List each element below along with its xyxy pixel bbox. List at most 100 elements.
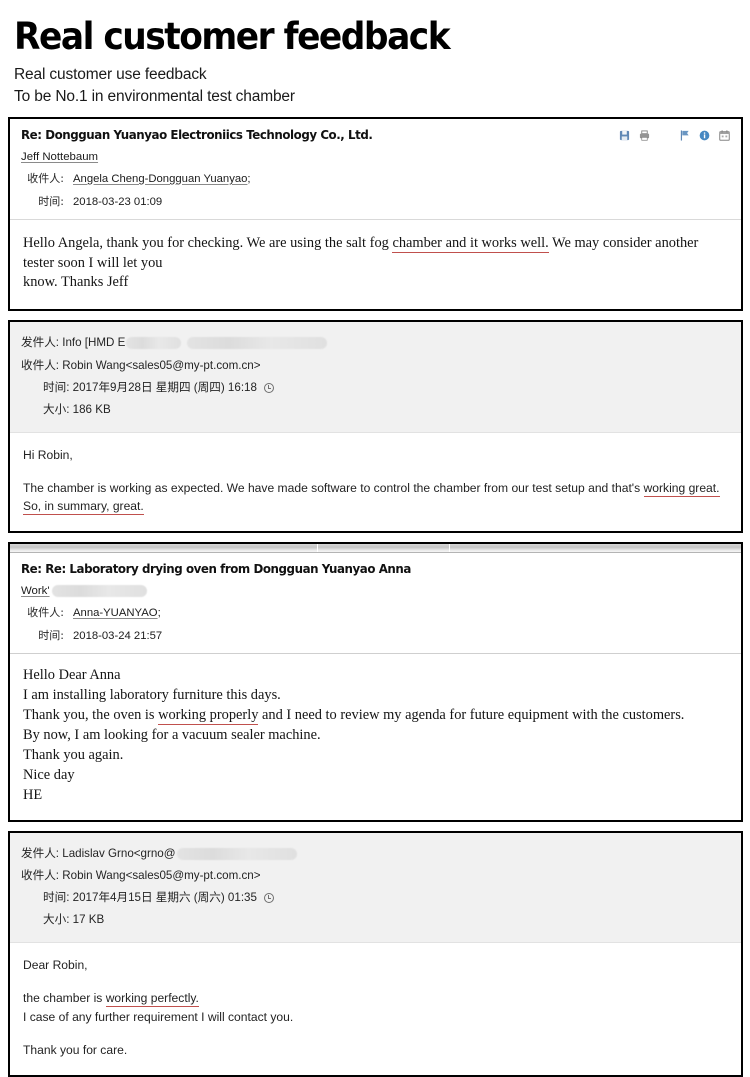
body-text: I am installing laboratory furniture thi… <box>23 687 281 704</box>
email-block: Re: Re: Laboratory drying oven from Dong… <box>8 542 743 822</box>
email-time-row: 时间: 2018-03-23 01:09 <box>21 193 730 209</box>
body-line: Thank you, the oven is working properly … <box>23 706 727 726</box>
body-text: and I need to review my agenda for futur… <box>258 707 685 724</box>
body-text: Hi Robin, <box>23 448 73 463</box>
sender-label: 发件人: <box>21 846 60 860</box>
highlighted-text: chamber and it works well. <box>392 234 549 253</box>
body-text: Hello Dear Anna <box>23 667 121 684</box>
time-value: 2017年9月28日 星期四 (周四) 16:18 <box>72 380 257 394</box>
time-label: 时间: <box>38 629 64 643</box>
recipient-label: 收件人: <box>21 358 60 372</box>
clock-icon <box>263 382 274 393</box>
body-text: I case of any further requirement I will… <box>23 1009 294 1024</box>
body-blank-line <box>23 464 728 479</box>
recipient-value[interactable]: Anna-YUANYAO <box>73 607 158 619</box>
recipient-label: 收件人: <box>21 868 60 882</box>
body-line: Thank you for care. <box>23 1041 728 1059</box>
body-line: Hello Angela, thank you for checking. We… <box>23 234 727 274</box>
body-blank-line <box>23 974 728 989</box>
page-header: Real customer feedback Real customer use… <box>0 0 750 108</box>
time-label: 时间: <box>43 890 70 904</box>
email-block: 发件人: Info [HMD E 收件人: Robin Wang<sales05… <box>8 320 743 534</box>
body-text: Thank you, the oven is <box>23 707 159 724</box>
email-blocks-container: Re: Dongguan Yuanyao Electroniics Techno… <box>0 108 750 1077</box>
redacted-block <box>126 337 182 350</box>
time-value: 2018-03-23 01:09 <box>73 195 163 208</box>
body-text: HE <box>23 786 43 803</box>
email-header: 发件人: Info [HMD E 收件人: Robin Wang<sales05… <box>10 322 741 434</box>
redacted-block <box>176 847 297 860</box>
recipient-suffix: ; <box>157 607 161 620</box>
size-label: 大小: <box>43 402 70 416</box>
size-value: 17 KB <box>72 913 105 927</box>
email-body: Hello Dear Anna I am installing laborato… <box>10 653 741 819</box>
sender-value: Ladislav Grno<grno@ <box>62 846 176 860</box>
email-header: Re: Re: Laboratory drying oven from Dong… <box>10 553 741 654</box>
body-text: Dear Robin, <box>23 958 88 973</box>
time-value: 2018-03-24 21:57 <box>73 630 163 643</box>
body-line: Hi Robin, <box>23 446 728 464</box>
body-text: By now, I am looking for a vacuum sealer… <box>23 727 321 744</box>
sender-name: Work' <box>21 585 50 598</box>
body-line: Hello Dear Anna <box>23 666 727 686</box>
redacted-block <box>51 585 147 598</box>
body-line: So, in summary, great. <box>23 497 728 516</box>
email-time-row: 时间: 2017年9月28日 星期四 (周四) 16:18 <box>21 377 730 399</box>
email-block: 发件人: Ladislav Grno<grno@ 收件人: Robin Wang… <box>8 830 743 1077</box>
time-label: 时间: <box>38 194 64 208</box>
print-icon[interactable] <box>639 130 650 141</box>
email-subject: Re: Re: Laboratory drying oven from Dong… <box>21 562 411 577</box>
email-sender-row: 发件人: Info [HMD E <box>21 332 730 354</box>
email-recipient-row: 收件人: Robin Wang<sales05@my-pt.com.cn> <box>21 355 730 377</box>
email-sender: Work' <box>21 585 730 598</box>
flag-icon[interactable] <box>679 130 690 141</box>
subtitle-line-2: To be No.1 in environmental test chamber <box>14 87 295 105</box>
info-icon[interactable] <box>699 130 710 141</box>
body-line: Nice day <box>23 766 727 786</box>
sender-label: 发件人: <box>21 336 60 350</box>
email-size-row: 大小: 17 KB <box>21 909 730 931</box>
email-recipient-row: 收件人: Anna-YUANYAO ; <box>21 604 730 620</box>
recipient-value[interactable]: Angela Cheng-Dongguan Yuanyao <box>73 173 247 185</box>
window-chrome-bar <box>10 544 741 554</box>
size-label: 大小: <box>43 913 70 927</box>
body-text: the chamber is <box>23 991 106 1006</box>
body-line: By now, I am looking for a vacuum sealer… <box>23 726 727 746</box>
highlighted-text: working great. <box>643 481 720 498</box>
email-recipient-row: 收件人: Angela Cheng-Dongguan Yuanyao ; <box>21 170 730 186</box>
email-block: Re: Dongguan Yuanyao Electroniics Techno… <box>8 116 743 312</box>
body-text: Thank you for care. <box>23 1042 128 1057</box>
body-blank-line <box>23 1026 728 1041</box>
recipient-value: Robin Wang<sales05@my-pt.com.cn> <box>62 868 261 882</box>
page-title: Real customer feedback <box>14 15 451 58</box>
email-sender: Jeff Nottebaum <box>21 151 730 163</box>
body-text: Thank you again. <box>23 746 124 763</box>
body-line: know. Thanks Jeff <box>23 273 727 293</box>
highlighted-text: working perfectly. <box>105 991 199 1008</box>
redacted-block <box>187 337 328 350</box>
body-line: HE <box>23 786 727 806</box>
recipient-suffix: ; <box>247 172 251 185</box>
email-body: Hello Angela, thank you for checking. We… <box>10 218 741 310</box>
time-value: 2017年4月15日 星期六 (周六) 01:35 <box>72 890 257 904</box>
save-icon[interactable] <box>619 130 630 141</box>
body-line: I case of any further requirement I will… <box>23 1008 728 1026</box>
body-line: Dear Robin, <box>23 956 728 974</box>
sender-name: Jeff Nottebaum <box>21 150 99 163</box>
highlighted-text: working properly <box>158 707 259 726</box>
email-body: Hi Robin, The chamber is working as expe… <box>10 433 741 531</box>
body-line: The chamber is working as expected. We h… <box>23 479 728 498</box>
subtitle-line-1: Real customer use feedback <box>14 65 207 83</box>
email-subject: Re: Dongguan Yuanyao Electroniics Techno… <box>21 127 373 142</box>
sender-value: Info [HMD E <box>62 336 126 350</box>
email-recipient-row: 收件人: Robin Wang<sales05@my-pt.com.cn> <box>21 865 730 887</box>
body-text: The chamber is working as expected. We h… <box>23 481 644 496</box>
email-toolbar <box>619 128 730 141</box>
body-text: Hello Angela, thank you for checking. We… <box>23 234 393 251</box>
calendar-icon[interactable] <box>719 130 730 141</box>
body-text: Nice day <box>23 766 75 783</box>
email-header: 发件人: Ladislav Grno<grno@ 收件人: Robin Wang… <box>10 832 741 944</box>
email-time-row: 时间: 2018-03-24 21:57 <box>21 627 730 643</box>
body-line: Thank you again. <box>23 746 727 766</box>
email-sender-row: 发件人: Ladislav Grno<grno@ <box>21 843 730 865</box>
